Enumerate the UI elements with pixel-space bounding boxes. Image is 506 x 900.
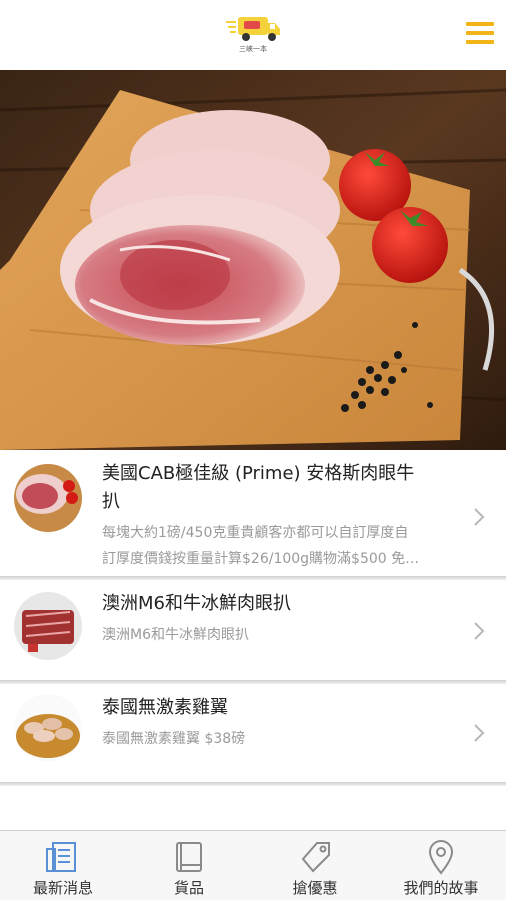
product-title: 美國CAB極佳級 (Prime) 安格斯肉眼牛 扒: [102, 463, 415, 512]
product-description: 泰國無激素雞翼 $38磅: [102, 731, 246, 747]
tab-products[interactable]: 貨品: [126, 831, 252, 900]
tab-label: 貨品: [173, 879, 204, 897]
chevron-right-icon: [474, 622, 485, 640]
hero-image: [0, 70, 506, 450]
delivery-truck-icon: [226, 17, 280, 41]
product-description: 每塊大約1磅/450克重貴顧客亦都可以自訂厚度自 訂厚度價錢按重量計算$26/1…: [102, 525, 420, 567]
list-item[interactable]: 澳洲M6和牛冰鮮肉眼扒 澳洲M6和牛冰鮮肉眼扒: [0, 580, 506, 680]
list-item[interactable]: 美國CAB極佳級 (Prime) 安格斯肉眼牛 扒 每塊大約1磅/450克重貴顧…: [0, 450, 506, 576]
chevron-right-icon: [474, 508, 485, 526]
product-thumbnail: [14, 464, 82, 532]
tab-our-story[interactable]: 我們的故事: [378, 831, 504, 900]
app-logo[interactable]: 三峽一本: [224, 14, 282, 56]
product-description: 澳洲M6和牛冰鮮肉眼扒: [102, 627, 249, 643]
bottom-tab-bar: 最新消息 貨品 搶優惠 我們的故事: [0, 830, 506, 900]
tab-label: 最新消息: [32, 879, 93, 897]
app-header: 三峽一本: [0, 0, 506, 70]
tab-label: 我們的故事: [403, 879, 479, 897]
news-icon: [46, 842, 76, 872]
list-divider: [0, 782, 506, 786]
list-item[interactable]: 泰國無激素雞翼 泰國無激素雞翼 $38磅: [0, 684, 506, 782]
tab-deals[interactable]: 搶優惠: [252, 831, 378, 900]
tab-label: 搶優惠: [292, 879, 338, 897]
location-pin-icon: [428, 840, 454, 875]
product-thumbnail: [14, 592, 82, 660]
product-thumbnail: [14, 694, 82, 762]
tab-news[interactable]: 最新消息: [0, 831, 126, 900]
logo-text: 三峽一本: [239, 45, 267, 53]
product-title: 泰國無激素雞翼: [102, 697, 228, 718]
hamburger-menu-icon[interactable]: [466, 22, 496, 48]
book-icon: [176, 842, 202, 872]
product-title: 澳洲M6和牛冰鮮肉眼扒: [102, 593, 291, 614]
chevron-right-icon: [474, 724, 485, 742]
tag-icon: [301, 842, 330, 873]
